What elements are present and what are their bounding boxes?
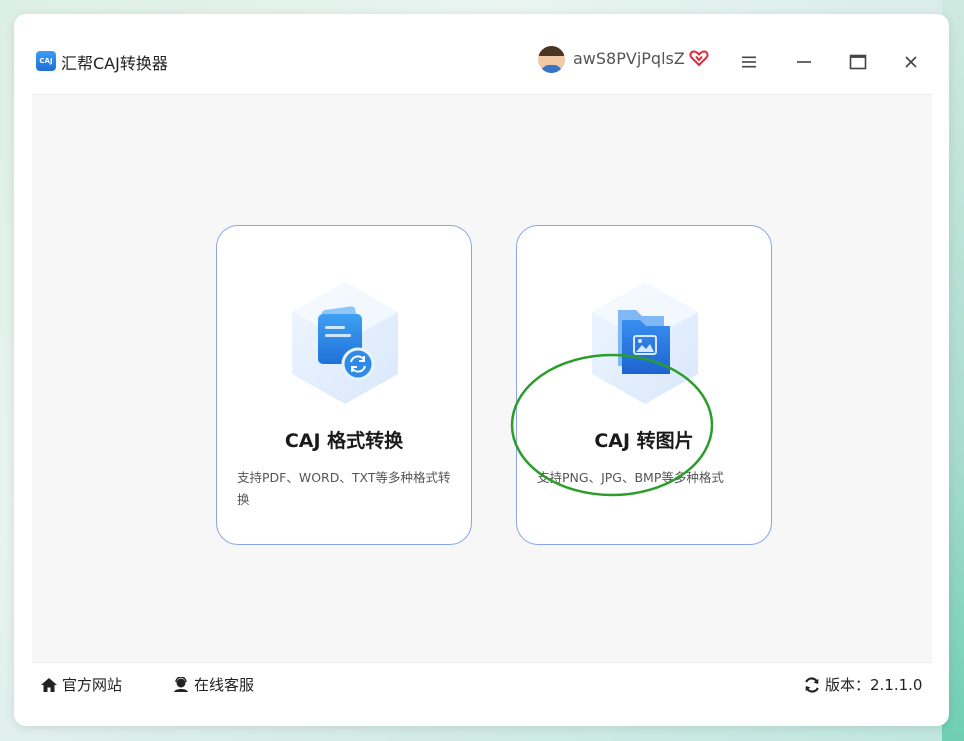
close-button[interactable] xyxy=(898,49,924,75)
caj-format-convert-card[interactable]: CAJ 格式转换 支持PDF、WORD、TXT等多种格式转换 xyxy=(216,225,472,545)
maximize-icon xyxy=(849,54,867,70)
customer-service-icon xyxy=(174,676,188,692)
menu-button[interactable] xyxy=(736,49,762,75)
version-label: 版本：2.1.1.0 xyxy=(825,676,923,694)
minimize-icon xyxy=(797,61,811,63)
refresh-icon xyxy=(805,676,819,693)
caj-to-image-card[interactable]: CAJ 转图片 支持PNG、JPG、BMP等多种格式 xyxy=(516,225,772,545)
minimize-button[interactable] xyxy=(791,49,817,75)
heart-vip-icon[interactable] xyxy=(689,48,709,68)
official-website-link[interactable]: 官方网站 xyxy=(40,674,122,695)
app-title: 汇帮CAJ转换器 xyxy=(61,54,168,73)
online-service-label: 在线客服 xyxy=(194,676,255,694)
card-description: 支持PNG、JPG、BMP等多种格式 xyxy=(537,470,724,485)
official-website-label: 官方网站 xyxy=(62,676,123,694)
title-bar: CAJ 汇帮CAJ转换器 awS8PVjPqlsZ xyxy=(32,34,932,95)
home-icon xyxy=(41,677,57,692)
app-window: CAJ 汇帮CAJ转换器 awS8PVjPqlsZ CAJ 格式转换 支持PDF… xyxy=(14,14,949,726)
user-avatar[interactable] xyxy=(538,46,565,73)
user-name[interactable]: awS8PVjPqlsZ xyxy=(573,49,685,68)
window-content: CAJ 汇帮CAJ转换器 awS8PVjPqlsZ CAJ 格式转换 支持PDF… xyxy=(32,34,932,707)
card-description: 支持PDF、WORD、TXT等多种格式转换 xyxy=(237,470,451,507)
online-service-link[interactable]: 在线客服 xyxy=(172,674,254,695)
app-logo-icon: CAJ xyxy=(36,51,56,71)
card-title: CAJ 转图片 xyxy=(594,430,694,452)
version-info[interactable]: 版本：2.1.1.0 xyxy=(803,674,922,695)
footer-bar: 官方网站 在线客服 版本：2.1.1.0 xyxy=(32,662,932,707)
card-title: CAJ 格式转换 xyxy=(284,430,404,452)
maximize-button[interactable] xyxy=(845,49,871,75)
image-folder-icon xyxy=(580,274,710,414)
hamburger-menu-icon xyxy=(742,56,756,68)
document-convert-icon xyxy=(280,274,410,414)
close-icon xyxy=(905,56,917,68)
